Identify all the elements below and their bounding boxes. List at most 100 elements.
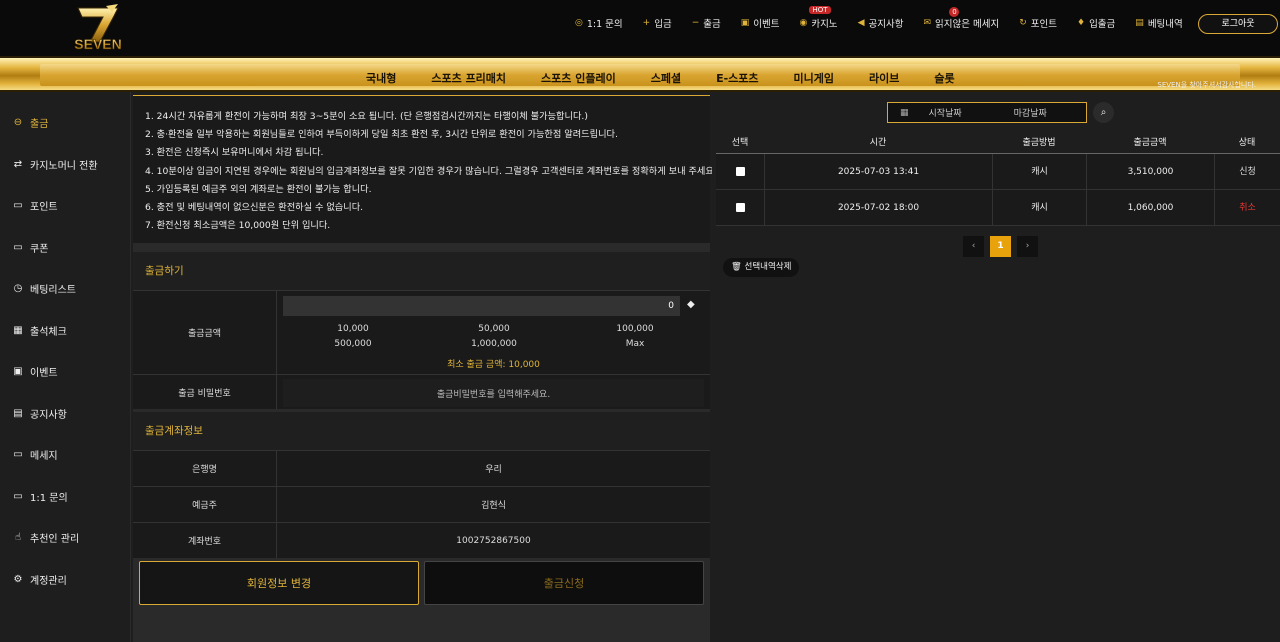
bank-value: 우리 (485, 465, 502, 475)
header-amount: 출금금액 (1133, 138, 1167, 148)
topnav-item-chip[interactable]: ◉ 카지노 HOT (799, 6, 838, 30)
topnav-item-envelope[interactable]: ✉ 읽지않은 메세지 0 (923, 7, 1000, 30)
topnav-item-minus[interactable]: − 출금 (692, 16, 721, 30)
menu-item-3[interactable]: 스페셜 (651, 70, 681, 86)
comments-icon: ▭ (13, 490, 23, 502)
notice-box: 1. 24시간 자유롭게 환전이 가능하며 최장 3~5분이 소요 됩니다. (… (133, 95, 717, 243)
menu-item-0[interactable]: 국내형 (366, 70, 396, 86)
menu-item-6[interactable]: 라이브 (869, 70, 899, 86)
topnav-item-refresh[interactable]: ↻ 포인트 (1019, 16, 1057, 30)
sidebar-item-calendar-check[interactable]: ▦ 출석체크 (12, 323, 67, 338)
sidebar-item-history[interactable]: ◷ 베팅리스트 (12, 281, 76, 296)
holder-label: 예금주 (133, 487, 277, 522)
top-nav: ◎ 1:1 문의 + 입금 − 출금 ▣ 이벤트 ◉ 카지노 HOT ◀ 공지사항 ✉ 읽지않은 메세지 0 ↻… (575, 6, 1203, 34)
topnav-label: 1:1 문의 (586, 19, 623, 30)
sidebar-item-label: 메세지 (30, 451, 58, 462)
sidebar-item-clipboard[interactable]: ▤ 공지사항 (12, 406, 67, 421)
gift-icon: ▣ (13, 366, 23, 377)
sidebar-item-label: 출금 (30, 119, 49, 130)
notice-line: 1. 24시간 자유롭게 환전이 가능하며 최장 3~5분이 소요 됩니다. (… (145, 111, 588, 122)
topnav-item-plus[interactable]: + 입금 (643, 16, 672, 30)
history-icon: ◷ (13, 283, 23, 294)
quick-amount-100000[interactable]: 100,000 (595, 324, 675, 334)
start-date-input[interactable]: 시작날짜 (929, 106, 962, 119)
edit-member-info-button[interactable]: 회원정보 변경 (139, 561, 419, 605)
sidebar-item-withdraw[interactable]: ⊖ 출금 (12, 115, 49, 130)
amount-input[interactable]: 0 (283, 296, 680, 316)
quick-amount-1000000[interactable]: 1,000,000 (454, 339, 534, 349)
topnav-item-ticket[interactable]: ▤ 베팅내역 (1135, 16, 1182, 30)
delete-selected-button[interactable]: 🗑 선택내역삭제 (723, 258, 800, 277)
sidebar-item-point-card[interactable]: ▭ 포인트 (12, 198, 58, 213)
topnav-item-money-bag[interactable]: ♦ 입출금 (1077, 16, 1115, 30)
gear-icon: ⚙ (13, 573, 23, 585)
sidebar-item-exchange[interactable]: ⇄ 카지노머니 전환 (12, 157, 98, 172)
sidebar-item-label: 쿠폰 (30, 243, 49, 255)
withdraw-apply-button[interactable]: 출금신청 (424, 561, 704, 605)
table-row: 2025-07-03 13:41 캐시 3,510,000 신청 (716, 154, 1280, 190)
sidebar-item-gear[interactable]: ⚙ 계정관리 (12, 572, 67, 587)
trash-icon: 🗑 (731, 262, 742, 272)
menu-item-4[interactable]: E-스포츠 (716, 70, 758, 86)
seven-logo-icon: SEVEN (74, 4, 122, 52)
topnav-item-support[interactable]: ◎ 1:1 문의 (575, 16, 623, 30)
prev-page-button[interactable]: ‹ (963, 236, 984, 257)
slogan: SEVEN을 찾아주셔서감사합니다. (1157, 81, 1256, 89)
date-range-filter[interactable]: ▦ 시작날짜 마감날짜 (887, 102, 1087, 123)
row-status: 취소 (1214, 190, 1280, 226)
gift-icon: ▣ (740, 18, 750, 28)
sidebar-item-coupon[interactable]: ▭ 쿠폰 (12, 240, 48, 255)
logout-button[interactable]: 로그아웃 (1198, 14, 1278, 34)
logo-text: SEVEN (74, 36, 121, 52)
ticket-icon: ▤ (1135, 18, 1144, 28)
header-status: 상태 (1238, 138, 1256, 148)
search-icon[interactable]: ⌕ (1093, 102, 1114, 123)
money-bag-icon: ♦ (1076, 18, 1086, 28)
eraser-icon[interactable]: ◆ (687, 299, 695, 310)
sidebar-item-label: 포인트 (30, 202, 58, 213)
sidebar-item-chat[interactable]: ▭ 메세지 (12, 447, 58, 462)
header-method: 출금방법 (1022, 138, 1056, 148)
row-method: 캐시 (992, 190, 1086, 226)
page-button-1[interactable]: 1 (990, 236, 1011, 257)
bank-row: 은행명 우리 (133, 450, 710, 486)
menu-item-7[interactable]: 슬롯 (934, 70, 954, 86)
main-menu: 국내형 스포츠 프리매치 스포츠 인플레이 스페셜 E-스포츠 미니게임 라이브 슬롯 (366, 70, 990, 86)
quick-amount-max[interactable]: Max (595, 339, 675, 349)
row-checkbox[interactable] (716, 154, 764, 190)
menu-item-1[interactable]: 스포츠 프리매치 (431, 70, 506, 86)
sidebar-item-thumbs-up[interactable]: ☝ 추천인 관리 (12, 530, 79, 545)
bank-label: 은행명 (133, 451, 277, 486)
sidebar-item-comments[interactable]: ▭ 1:1 문의 (12, 489, 68, 504)
menu-item-5[interactable]: 미니게임 (794, 70, 834, 86)
logo[interactable]: SEVEN (56, 2, 140, 54)
sidebar-item-label: 1:1 문의 (30, 492, 68, 504)
next-page-button[interactable]: › (1017, 236, 1038, 257)
topnav-label: 공지사항 (868, 19, 904, 30)
withdraw-section-title: 출금하기 (133, 252, 710, 290)
topnav-label: 베팅내역 (1147, 19, 1183, 30)
topnav-label: 입출금 (1089, 19, 1116, 30)
notice-line: 6. 충전 및 베팅내역이 없으신분은 환전하실 수 없습니다. (145, 202, 364, 214)
topnav-label: 읽지않은 메세지 (935, 19, 1000, 30)
menu-item-2[interactable]: 스포츠 인플레이 (541, 70, 616, 86)
main-menu-bar: 국내형 스포츠 프리매치 스포츠 인플레이 스페셜 E-스포츠 미니게임 라이브 슬롯 (0, 56, 1280, 92)
password-label: 출금 비밀번호 (133, 375, 277, 409)
support-icon: ◎ (575, 18, 583, 28)
topnav-item-megaphone[interactable]: ◀ 공지사항 (858, 16, 904, 30)
password-input[interactable]: 출금비밀번호를 입력해주세요. (283, 379, 704, 407)
notice-line: 4. 10분이상 입금이 지연된 경우에는 회원님의 입금계좌정보를 잘못 기입… (145, 165, 717, 177)
calendar-icon: ▦ (900, 107, 909, 118)
topnav-label: 카지노 (811, 19, 838, 30)
row-checkbox[interactable] (716, 190, 764, 226)
account-number-value: 1002752867500 (456, 535, 531, 546)
topnav-item-gift[interactable]: ▣ 이벤트 (741, 16, 780, 30)
quick-amount-10000[interactable]: 10,000 (313, 324, 393, 334)
refresh-icon: ↻ (1019, 18, 1027, 28)
quick-amount-50000[interactable]: 50,000 (454, 324, 534, 334)
end-date-input[interactable]: 마감날짜 (1014, 106, 1047, 119)
sidebar-item-label: 출석체크 (30, 326, 67, 338)
calendar-check-icon: ▦ (13, 324, 23, 336)
sidebar-item-gift[interactable]: ▣ 이벤트 (12, 364, 57, 379)
quick-amount-500000[interactable]: 500,000 (313, 339, 393, 349)
